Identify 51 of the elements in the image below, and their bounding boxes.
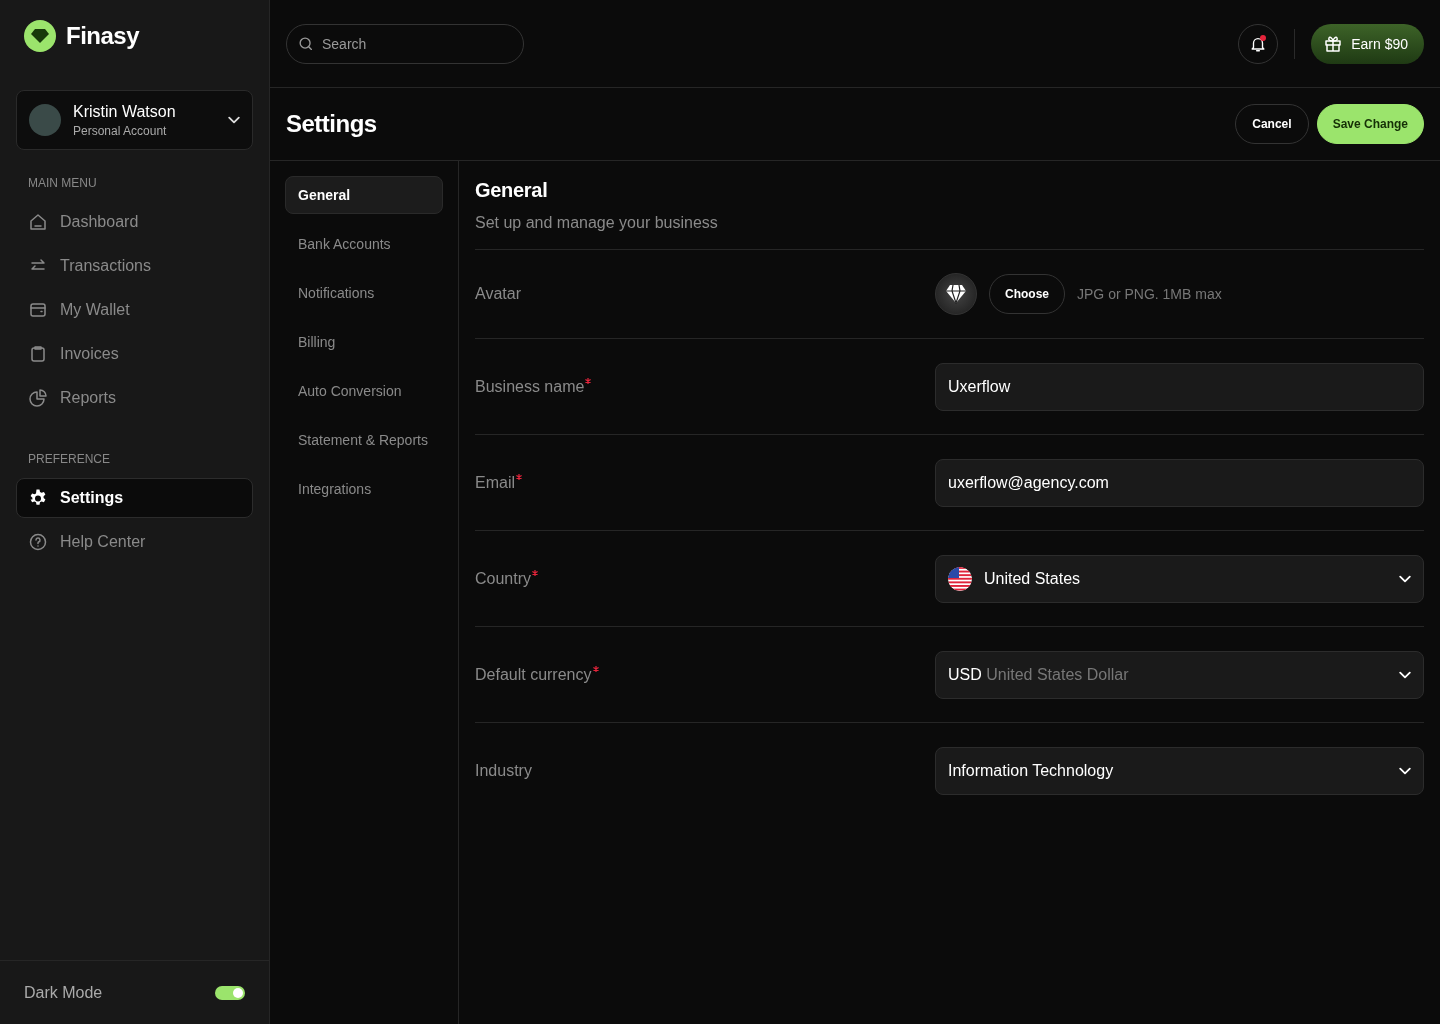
nav-item[interactable]: Reports: [16, 378, 253, 418]
text-input[interactable]: uxerflow@agency.com: [935, 458, 1424, 507]
settings-tab[interactable]: General: [285, 176, 443, 214]
nav-item[interactable]: Dashboard: [16, 202, 253, 242]
file-hint: JPG or PNG. 1MB max: [1077, 286, 1222, 302]
wallet-icon: [28, 300, 48, 320]
dark-mode-toggle[interactable]: [215, 985, 245, 1000]
pie-chart-icon: [28, 388, 48, 408]
dark-mode-label: Dark Mode: [24, 983, 103, 1002]
section-heading: MAIN MENU: [27, 176, 98, 190]
settings-tab[interactable]: Bank Accounts: [285, 225, 443, 263]
search-field[interactable]: Search: [286, 23, 524, 64]
country-select[interactable]: United States: [935, 554, 1424, 603]
settings-tab[interactable]: Notifications: [285, 274, 443, 312]
nav-item[interactable]: Settings: [16, 478, 253, 518]
chevron-down-icon: [1399, 574, 1411, 583]
text-input[interactable]: Uxerflow: [935, 362, 1424, 411]
settings-tab[interactable]: Integrations: [285, 470, 443, 508]
clipboard-icon: [28, 344, 48, 364]
currency-select[interactable]: USD United States Dollar: [935, 650, 1424, 699]
brand-name: Finasy: [66, 22, 140, 50]
field-label: Email: [475, 473, 515, 491]
nav-item[interactable]: Invoices: [16, 334, 253, 374]
section-subtitle: Set up and manage your business: [475, 214, 719, 232]
field-label: Country: [475, 569, 532, 587]
settings-tab[interactable]: Statement & Reports: [285, 421, 443, 459]
chevron-down-icon: [228, 116, 240, 124]
help-icon: [28, 532, 48, 552]
avatar-placeholder: [29, 104, 61, 136]
nav-item[interactable]: Help Center: [16, 522, 253, 562]
save-button[interactable]: Save Change: [1316, 104, 1424, 144]
field-label: Avatar: [475, 285, 521, 302]
nav-item[interactable]: My Wallet: [16, 290, 253, 330]
page-title: Settings: [286, 110, 378, 138]
us-flag-icon: [948, 566, 972, 591]
chevron-down-icon: [1399, 766, 1411, 775]
account-switcher[interactable]: Kristin Watson Personal Account: [16, 90, 253, 150]
home-icon: [28, 212, 48, 232]
settings-tab[interactable]: Billing: [285, 323, 443, 361]
settings-icon: [28, 488, 48, 508]
logo-icon: [24, 20, 56, 52]
section-heading: PREFERENCE: [27, 452, 111, 466]
industry-select[interactable]: Information Technology: [935, 746, 1424, 795]
field-label: Business name: [475, 377, 585, 395]
chevron-down-icon: [1399, 670, 1411, 679]
nav-item[interactable]: Transactions: [16, 246, 253, 286]
settings-tab[interactable]: Auto Conversion: [285, 372, 443, 410]
section-title: General: [475, 179, 549, 202]
field-label: Industry: [475, 761, 532, 779]
earn-button[interactable]: Earn $90: [1311, 23, 1424, 64]
field-label: Default currency: [475, 665, 592, 683]
